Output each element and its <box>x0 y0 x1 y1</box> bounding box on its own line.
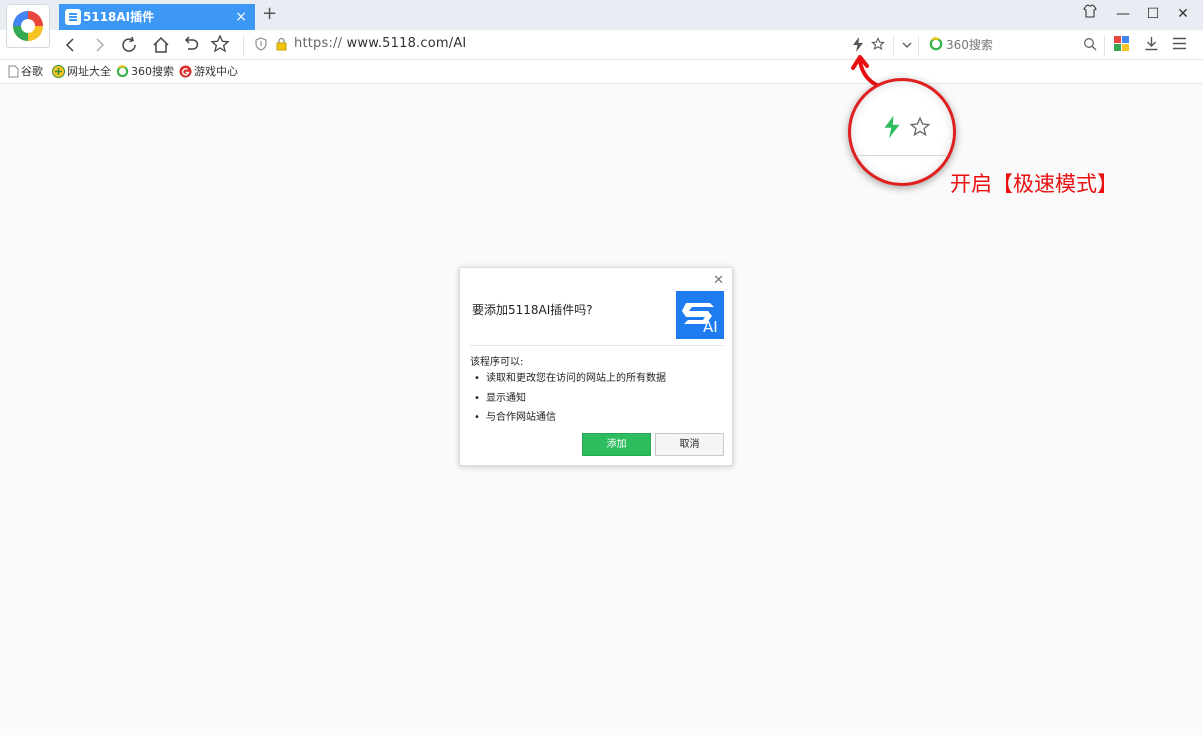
5118-favicon-icon <box>65 9 81 25</box>
speed-mode-lightning-icon[interactable] <box>852 37 864 52</box>
bookmark-label: 360搜索 <box>131 65 174 78</box>
magnifier-divider <box>851 155 953 156</box>
dialog-divider <box>470 345 724 346</box>
url-display[interactable]: https:// www.5118.com/AI <box>294 36 466 51</box>
tab-close-icon[interactable]: × <box>235 4 247 30</box>
separator <box>918 36 919 56</box>
annotation-label: 开启【极速模式】 <box>950 172 1118 196</box>
bookmark-label: 谷歌 <box>21 65 43 78</box>
separator <box>1104 36 1105 56</box>
permissions-list: 读取和更改您在访问的网站上的所有数据 显示通知 与合作网站通信 <box>474 369 666 428</box>
dialog-close-icon[interactable]: ✕ <box>713 273 724 288</box>
cancel-button[interactable]: 取消 <box>655 433 724 456</box>
permission-item: 显示通知 <box>474 389 666 409</box>
chevron-down-icon[interactable] <box>901 40 913 50</box>
bookmark-label: 游戏中心 <box>194 65 238 78</box>
close-window-button[interactable]: ✕ <box>1170 4 1196 24</box>
new-tab-button[interactable]: + <box>262 3 277 24</box>
maximize-button[interactable]: ☐ <box>1140 4 1166 24</box>
forward-icon[interactable] <box>89 35 109 55</box>
bookmark-google[interactable]: 谷歌 <box>8 64 43 80</box>
url-scheme: https:// <box>294 36 343 51</box>
360-search-icon <box>116 65 129 78</box>
browser-logo-icon <box>13 11 43 41</box>
bookmark-site-directory[interactable]: 网址大全 <box>52 64 111 80</box>
site-directory-icon <box>52 65 65 78</box>
tab-title: 5118AI插件 <box>83 10 155 24</box>
apps-grid-icon[interactable] <box>1114 36 1129 51</box>
browser-logo[interactable] <box>6 4 50 48</box>
shield-icon[interactable] <box>254 37 268 51</box>
skin-icon[interactable] <box>1077 4 1103 24</box>
url-host: www.5118.com/AI <box>342 36 467 51</box>
permissions-title: 该程序可以: <box>470 357 524 368</box>
permission-item: 读取和更改您在访问的网站上的所有数据 <box>474 369 666 389</box>
magnified-lightning-icon <box>884 115 900 139</box>
bookmark-360-search[interactable]: 360搜索 <box>116 64 174 80</box>
dialog-title: 要添加5118AI插件吗? <box>472 303 593 317</box>
search-icon[interactable] <box>1083 37 1097 51</box>
tab-5118ai[interactable]: 5118AI插件 × <box>59 4 255 30</box>
game-center-icon <box>179 65 192 78</box>
refresh-icon[interactable] <box>119 35 139 55</box>
favorite-star-icon[interactable] <box>210 34 230 54</box>
back-icon[interactable] <box>61 35 81 55</box>
minimize-button[interactable]: — <box>1110 4 1136 24</box>
permission-item: 与合作网站通信 <box>474 408 666 428</box>
search-input[interactable] <box>920 33 1100 57</box>
page-icon <box>8 65 19 78</box>
separator <box>893 36 894 56</box>
menu-icon[interactable] <box>1172 37 1187 50</box>
home-icon[interactable] <box>151 35 171 55</box>
zoom-magnifier <box>848 78 956 186</box>
add-extension-dialog: ✕ 要添加5118AI插件吗? AI 该程序可以: 读取和更改您在访问的网站上的… <box>459 267 733 466</box>
undo-close-tab-icon[interactable] <box>181 35 201 55</box>
add-button[interactable]: 添加 <box>582 433 651 456</box>
separator <box>243 36 244 56</box>
bookmark-star-icon[interactable] <box>871 37 885 51</box>
magnified-star-icon <box>909 116 931 137</box>
5118ai-logo-icon: AI <box>676 291 724 339</box>
bookmark-label: 网址大全 <box>67 65 111 78</box>
lock-icon[interactable] <box>275 37 288 51</box>
bookmark-game-center[interactable]: 游戏中心 <box>179 64 238 80</box>
download-icon[interactable] <box>1144 36 1159 51</box>
logo-text: AI <box>703 318 718 336</box>
